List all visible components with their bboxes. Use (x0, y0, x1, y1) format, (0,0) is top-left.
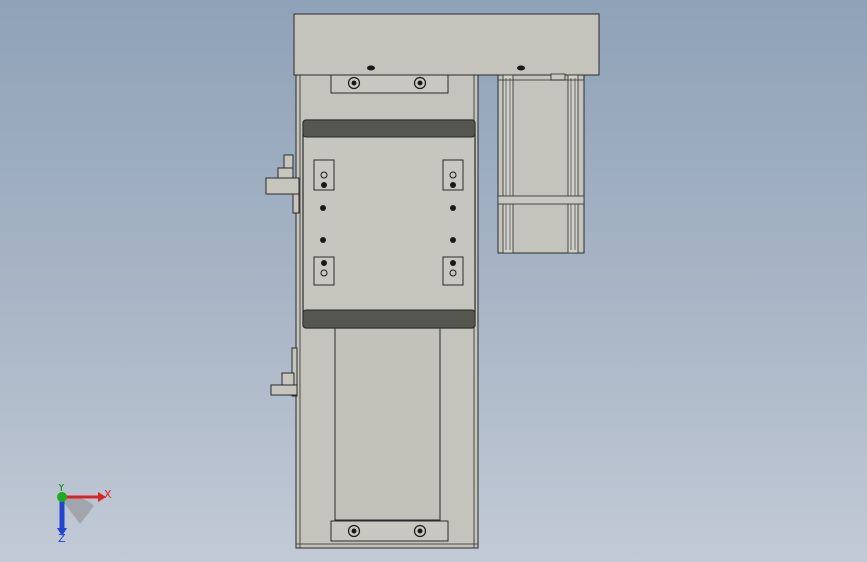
carriage-plate[interactable] (302, 119, 476, 329)
rail-slot (334, 327, 441, 521)
y-axis-label: Y (57, 484, 65, 494)
carriage-block[interactable] (313, 159, 335, 191)
carriage-block[interactable] (442, 256, 464, 286)
graphics-viewport[interactable]: X Y Z (0, 0, 867, 562)
carriage-screw-hole (450, 237, 456, 243)
carriage-block[interactable] (442, 159, 464, 191)
mount-screw-hole (367, 65, 375, 71)
carriage-screw-hole (320, 237, 326, 243)
sensor-bracket-upper[interactable] (265, 154, 300, 214)
carriage-screw-hole (320, 205, 326, 211)
carriage-top-band (302, 119, 476, 138)
carriage-bottom-band (302, 309, 476, 329)
sensor-bracket-lower[interactable] (270, 347, 298, 397)
cad-model-view[interactable] (0, 0, 867, 562)
coordinate-triad: X Y Z (57, 484, 112, 544)
z-axis-label: Z (58, 532, 66, 544)
x-axis-label: X (104, 488, 112, 501)
carriage-block[interactable] (313, 256, 335, 286)
mount-screw-hole (517, 65, 525, 71)
servo-motor[interactable] (497, 73, 585, 254)
carriage-screw-hole (450, 205, 456, 211)
motor-mount-plate[interactable] (293, 13, 600, 76)
